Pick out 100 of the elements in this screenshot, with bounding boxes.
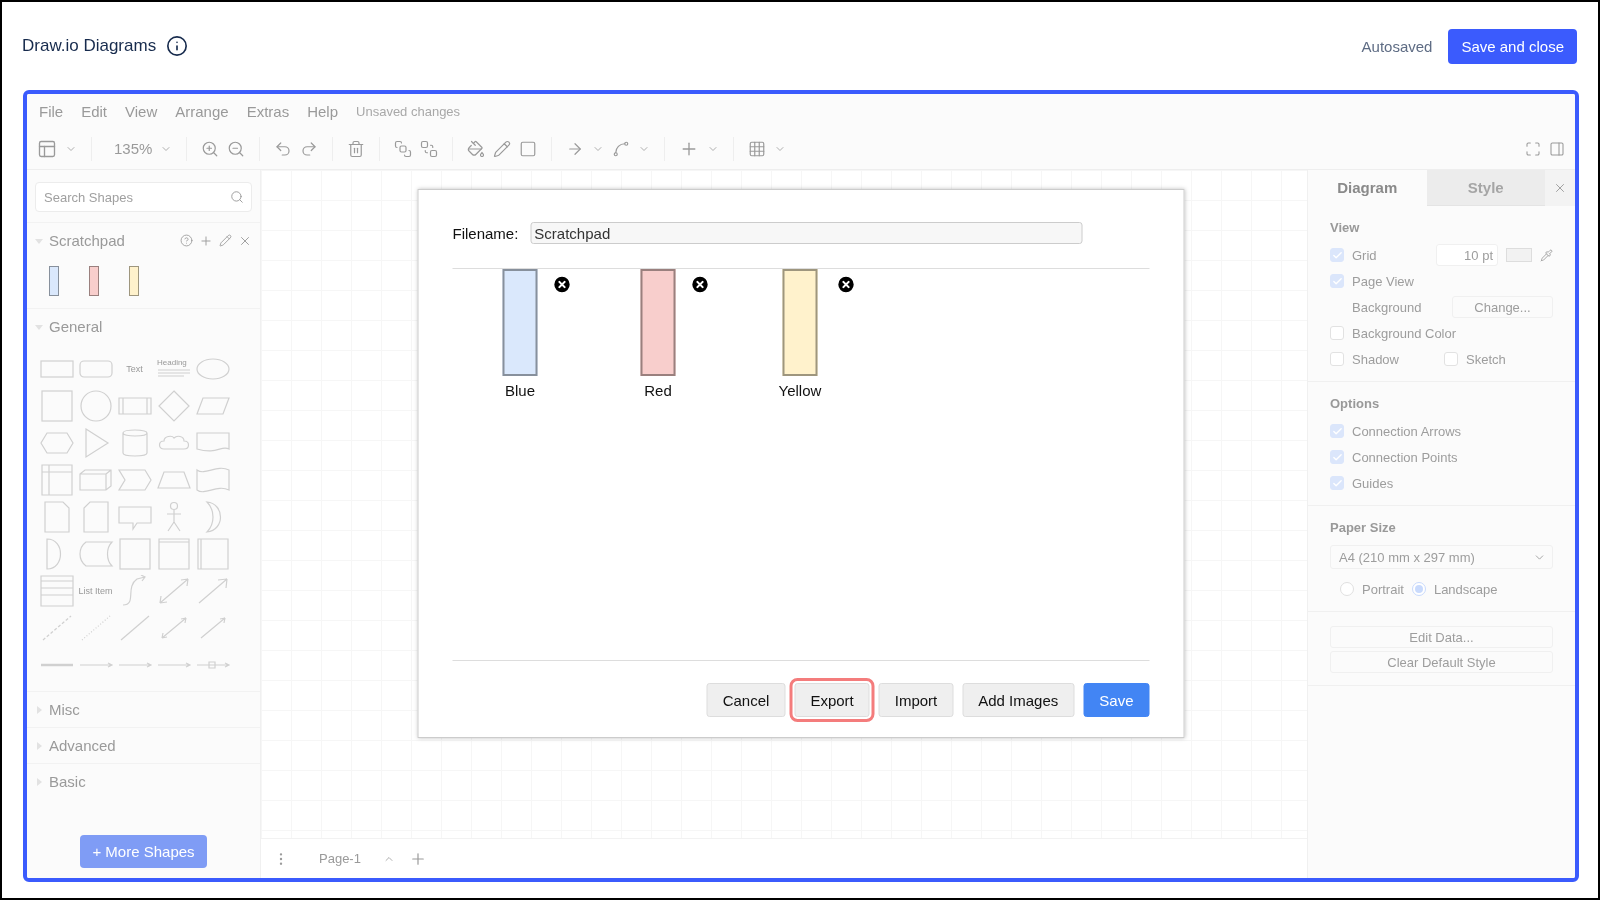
checkbox[interactable] [1330, 424, 1344, 438]
checkbox-label: Page View [1352, 273, 1414, 289]
checkbox[interactable] [1330, 352, 1344, 366]
search-icon[interactable] [230, 190, 244, 204]
background-label: Background [1352, 299, 1423, 315]
redo-icon[interactable] [300, 139, 319, 158]
shape-label: Yellow [778, 382, 822, 399]
app-title: Draw.io Diagrams [22, 36, 157, 56]
save-and-close-button[interactable]: Save and close [1448, 28, 1577, 64]
text-shape[interactable]: Text [126, 363, 143, 374]
menu-item[interactable]: File [39, 102, 64, 120]
more-shapes-button[interactable]: + More Shapes [80, 835, 207, 868]
section-header[interactable]: Scratchpad [27, 222, 260, 258]
menu-item[interactable]: Extras [246, 102, 290, 120]
menu-item[interactable]: Arrange [175, 102, 229, 120]
to-back-icon[interactable] [420, 139, 439, 158]
section-header[interactable]: Advanced [27, 727, 260, 763]
undo-icon[interactable] [274, 139, 293, 158]
panel-tab[interactable]: Style [1426, 170, 1545, 206]
fullscreen-icon[interactable] [1525, 140, 1541, 157]
checkbox[interactable] [1330, 248, 1344, 262]
grid-size-field[interactable]: 10 pt [1436, 244, 1498, 266]
expanded-triangle-icon[interactable] [35, 322, 43, 331]
radio-button[interactable] [1411, 582, 1426, 596]
delete-icon[interactable] [347, 139, 366, 158]
layout-icon[interactable] [37, 138, 57, 159]
checkbox-label: Background Color [1352, 325, 1457, 341]
checkbox[interactable] [1330, 450, 1344, 464]
shadow-icon[interactable] [519, 139, 538, 158]
help-icon[interactable] [180, 234, 193, 247]
square-shape-icon[interactable] [38, 389, 75, 422]
to-front-icon[interactable] [394, 139, 413, 158]
collapsed-triangle-icon[interactable] [35, 777, 43, 786]
panel-button[interactable]: Clear Default Style [1330, 651, 1553, 673]
section-header[interactable]: Basic [27, 763, 260, 799]
panel-icon[interactable] [1549, 140, 1565, 157]
scratchpad-shape[interactable] [640, 269, 676, 376]
internal-storage-shape-icon[interactable] [38, 463, 75, 496]
checkbox-label: Connection Arrows [1352, 423, 1462, 439]
dialog-button[interactable]: Save [1083, 683, 1150, 717]
menu-item[interactable]: View [125, 102, 158, 120]
collapsed-triangle-icon[interactable] [35, 741, 43, 750]
pencil-icon[interactable] [493, 139, 512, 158]
text-shape[interactable]: List Item [78, 585, 113, 596]
filename-field[interactable]: Scratchpad [530, 222, 1083, 244]
section-heading: Paper Size [1330, 520, 1397, 535]
container-shape-icon[interactable] [155, 537, 192, 570]
section-header[interactable]: Misc [27, 691, 260, 727]
info-icon[interactable] [166, 35, 189, 57]
remove-icon[interactable] [551, 274, 573, 295]
collapsed-triangle-icon[interactable] [35, 705, 43, 714]
search-field[interactable]: Search Shapes [35, 182, 252, 212]
zoom-level[interactable]: 135% [114, 140, 153, 157]
checkbox-label: Sketch [1466, 351, 1506, 367]
zoom-in-icon[interactable] [201, 139, 220, 158]
dialog-button[interactable]: Import [878, 683, 954, 717]
section-heading: Options [1330, 396, 1381, 411]
scratchpad-shape[interactable] [129, 266, 139, 296]
zoom-out-icon[interactable] [227, 139, 246, 158]
scratchpad-shape[interactable] [782, 269, 818, 376]
vertical-container-shape-icon[interactable] [194, 537, 231, 570]
checkbox-label: Shadow [1352, 351, 1400, 367]
filename-label: Filename: [452, 224, 519, 242]
plus-icon[interactable] [199, 233, 213, 248]
remove-icon[interactable] [835, 274, 857, 295]
paper-size-select[interactable]: A4 (210 mm x 297 mm) [1330, 545, 1553, 569]
scratchpad-shape[interactable] [49, 266, 59, 296]
checkbox-label: Connection Points [1352, 449, 1458, 465]
pipette-icon[interactable] [1540, 248, 1553, 262]
shape-label: Blue [505, 382, 535, 399]
checkbox[interactable] [1330, 476, 1344, 490]
list-shape-icon[interactable] [38, 574, 75, 607]
checkbox[interactable] [1444, 352, 1458, 366]
page-tab[interactable]: Page-1 [303, 851, 369, 866]
scratchpad-shape[interactable] [89, 266, 99, 296]
panel-button[interactable]: Edit Data... [1330, 626, 1553, 648]
square-shape-icon[interactable] [116, 537, 153, 570]
grid-color-swatch[interactable] [1506, 248, 1532, 262]
shape-label: Red [644, 382, 672, 399]
circle-shape-icon[interactable] [77, 389, 114, 422]
unsaved-status: Unsaved changes [356, 103, 461, 119]
section-header[interactable]: General [27, 308, 260, 344]
menu-item[interactable]: Help [307, 102, 339, 120]
autosave-status: Autosaved [1361, 37, 1433, 55]
dialog-button[interactable]: Cancel [706, 683, 786, 717]
section-heading: View [1330, 220, 1361, 235]
radio-button[interactable] [1340, 582, 1354, 596]
checkbox[interactable] [1330, 326, 1344, 340]
close-icon[interactable] [1553, 181, 1567, 195]
table-icon[interactable] [748, 139, 767, 158]
menu-item[interactable]: Edit [81, 102, 108, 120]
scratchpad-shape[interactable] [502, 269, 538, 376]
pencil-icon[interactable] [219, 234, 232, 247]
checkbox[interactable] [1330, 274, 1344, 288]
paint-bucket-icon[interactable] [467, 139, 486, 158]
waypoint-icon[interactable] [612, 139, 631, 158]
dialog-button[interactable]: Add Images [962, 683, 1075, 717]
remove-icon[interactable] [689, 274, 711, 295]
expanded-triangle-icon[interactable] [35, 236, 43, 245]
change-button[interactable]: Change... [1452, 296, 1553, 318]
